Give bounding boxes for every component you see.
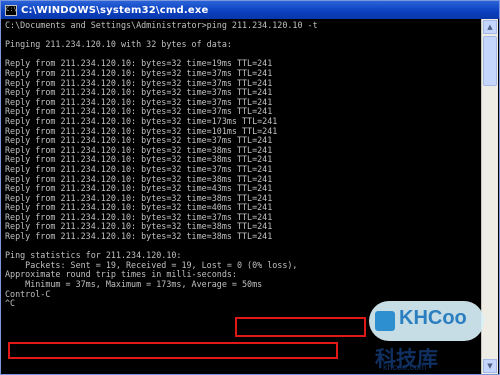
scroll-down-icon[interactable]: ▼ xyxy=(483,359,497,373)
scrollbar-thumb[interactable] xyxy=(483,36,497,86)
scroll-up-icon[interactable]: ▲ xyxy=(483,20,497,34)
book-icon xyxy=(375,311,395,331)
title-bar[interactable]: C:\ C:\WINDOWS\system32\cmd.exe xyxy=(1,1,499,19)
window-title: C:\WINDOWS\system32\cmd.exe xyxy=(21,4,209,16)
cmd-icon: C:\ xyxy=(5,4,17,16)
loss-highlight-box xyxy=(235,317,366,337)
console-line: Control-C xyxy=(5,288,51,299)
cmd-window: C:\ C:\WINDOWS\system32\cmd.exe C:\Docum… xyxy=(0,0,500,375)
console-line: Pinging 211.234.120.10 with 32 bytes of … xyxy=(5,39,232,50)
console-line: Reply from 211.234.120.10: bytes=32 time… xyxy=(5,231,273,242)
console-line: C:\Documents and Settings\Administrator>… xyxy=(5,21,318,30)
console-line: Minimum = 37ms, Maximum = 173ms, Average… xyxy=(5,279,263,290)
watermark-logo: KHCoo xyxy=(399,307,467,329)
watermark-url: khcoo.com xyxy=(383,362,427,372)
times-highlight-box xyxy=(8,342,338,359)
watermark: KHCoo 科技库 khcoo.com xyxy=(369,301,484,373)
